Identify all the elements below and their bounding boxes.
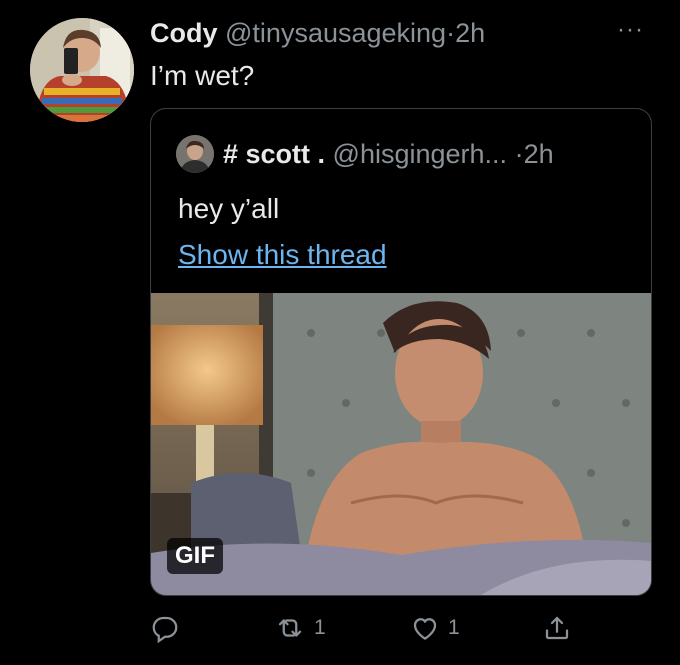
- gif-badge: GIF: [167, 538, 223, 574]
- quoted-tweet-header: # scott . @hisgingerh... ·2h: [223, 137, 554, 171]
- tweet-header: Cody @tinysausageking·2h: [150, 16, 485, 50]
- author-avatar[interactable]: [30, 18, 134, 122]
- author-handle[interactable]: @tinysausageking: [225, 18, 446, 48]
- show-thread-link[interactable]: Show this thread: [178, 237, 387, 273]
- quoted-author-name[interactable]: # scott .: [223, 139, 325, 169]
- like-button[interactable]: 1: [410, 608, 460, 648]
- share-icon: [542, 613, 572, 643]
- share-button[interactable]: [542, 608, 572, 648]
- quoted-author-handle[interactable]: @hisgingerh...: [333, 139, 508, 169]
- quoted-tweet-card[interactable]: # scott . @hisgingerh... ·2h hey y’all S…: [150, 108, 652, 596]
- retweet-button[interactable]: 1: [274, 608, 326, 648]
- retweet-icon: [274, 613, 306, 643]
- quoted-tweet-time[interactable]: 2h: [524, 139, 554, 169]
- quoted-separator-dot: ·: [514, 139, 524, 169]
- gif-media[interactable]: GIF: [151, 293, 651, 595]
- reply-icon: [150, 613, 180, 643]
- author-name[interactable]: Cody: [150, 18, 218, 48]
- quoted-tweet-text: hey y’all: [178, 193, 280, 224]
- separator-dot: ·: [446, 18, 456, 48]
- tweet-text: I’m wet?: [150, 60, 255, 91]
- more-options-icon[interactable]: ···: [617, 18, 651, 44]
- quoted-author-avatar: [176, 135, 214, 173]
- reply-button[interactable]: [150, 608, 180, 648]
- heart-icon: [410, 613, 440, 643]
- tweet-time[interactable]: 2h: [455, 18, 485, 48]
- retweet-count: 1: [314, 616, 326, 639]
- tweet-action-bar: 1 1: [150, 608, 590, 648]
- like-count: 1: [448, 616, 460, 639]
